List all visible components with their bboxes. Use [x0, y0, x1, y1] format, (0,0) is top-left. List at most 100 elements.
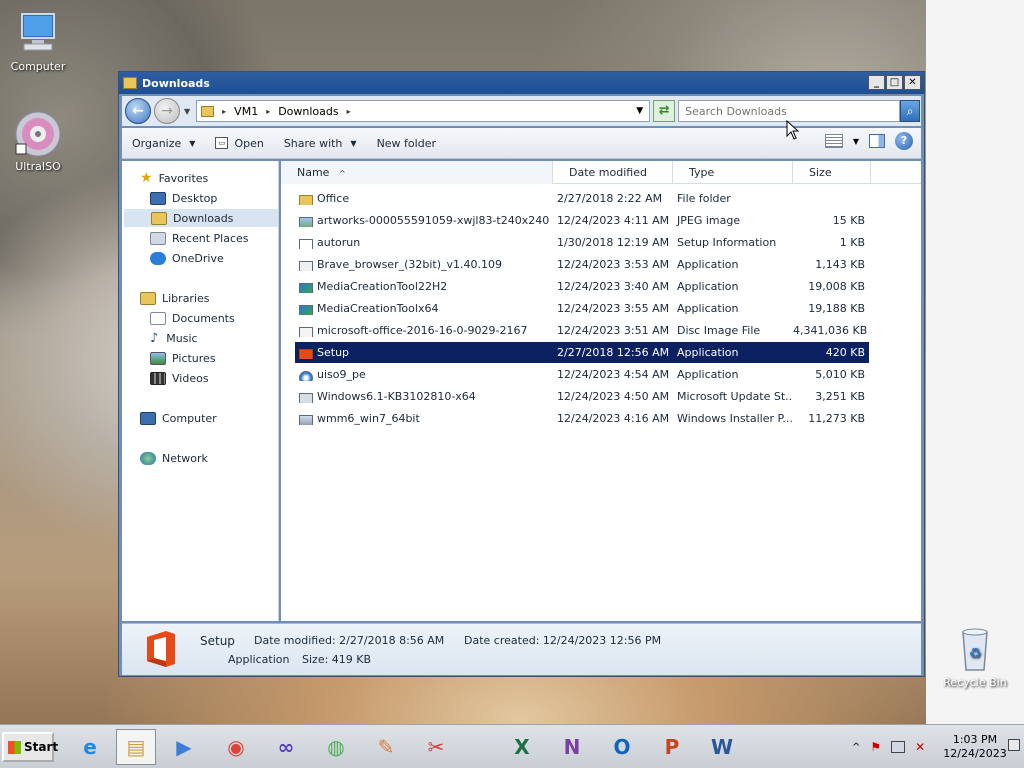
organize-button[interactable]: Organize ▼ [132, 137, 195, 150]
desktop-icon-label: Computer [10, 60, 66, 73]
nav-libraries[interactable]: Libraries [140, 289, 210, 307]
change-view-icon[interactable] [824, 134, 843, 148]
file-size-cell: 1 KB [839, 236, 865, 249]
taskbar-button[interactable]: ∞ [266, 729, 306, 765]
breadcrumb-separator-icon[interactable]: ▸ [222, 107, 226, 116]
file-row[interactable]: Setup 2/27/2018 12:56 AM Application 420 KB [295, 342, 869, 363]
file-row[interactable]: Brave_browser_(32bit)_v1.40.109 12/24/202… [295, 254, 869, 275]
desktop-icon-ultraiso[interactable]: UltraISO [0, 110, 76, 173]
minimize-button[interactable]: _ [868, 75, 885, 90]
help-icon[interactable]: ? [895, 132, 913, 150]
taskbar-button[interactable]: N [552, 729, 592, 765]
share-with-button[interactable]: Share with ▼ [284, 137, 357, 150]
taskbar-button[interactable]: W [702, 729, 742, 765]
file-name-cell: Setup [295, 346, 553, 359]
taskbar-button[interactable]: P [652, 729, 692, 765]
start-button[interactable]: Start [2, 732, 58, 762]
details-created-value: 12/24/2023 12:56 PM [542, 634, 662, 647]
nav-label: OneDrive [172, 251, 224, 265]
nav-network[interactable]: Network [140, 449, 208, 467]
view-options-dropdown-icon[interactable]: ▼ [853, 137, 859, 146]
nav-recent-places[interactable]: Recent Places [150, 229, 249, 247]
network-status-icon[interactable] [891, 741, 906, 753]
file-row[interactable]: Office 2/27/2018 2:22 AM File folder [295, 188, 869, 209]
taskbar-button[interactable]: ▶ [164, 729, 204, 765]
file-row[interactable]: wmm6_win7_64bit 12/24/2023 4:16 AM Windows… [295, 408, 869, 429]
update-package-icon [299, 393, 313, 403]
breadcrumb-separator-icon[interactable]: ▸ [347, 107, 351, 116]
file-name-cell: wmm6_win7_64bit [295, 412, 553, 425]
back-button[interactable]: ← [125, 98, 151, 124]
office-logo-icon [144, 629, 178, 669]
search-input[interactable] [678, 100, 901, 122]
taskbar-button[interactable]: O [602, 729, 642, 765]
column-header-type[interactable]: Type [673, 161, 793, 184]
taskbar: Start e ▤ ▶ ◉ ∞ ◍ ✎ ✂ X N O P W ^ ⚑ ✕ 1:03 PM 12/24/… [0, 724, 1024, 768]
show-hidden-icons-icon[interactable]: ^ [852, 742, 860, 753]
file-size-cell: 11,273 KB [808, 412, 865, 425]
nav-downloads[interactable]: Downloads [124, 209, 278, 227]
column-header-size[interactable]: Size [793, 161, 871, 184]
file-row[interactable]: MediaCreationTool22H2 12/24/2023 3:40 AM A… [295, 276, 869, 297]
new-folder-button[interactable]: New folder [377, 137, 436, 150]
address-dropdown-icon[interactable]: ▼ [636, 106, 643, 116]
file-row[interactable]: Windows6.1-KB3102810-x64 12/24/2023 4:50 … [295, 386, 869, 407]
show-desktop-icon[interactable] [1008, 739, 1020, 751]
nav-music[interactable]: ♪ Music [150, 329, 198, 347]
forward-button[interactable]: → [154, 98, 180, 124]
taskbar-button[interactable]: ✂ [416, 729, 456, 765]
taskbar-button[interactable]: ✎ [366, 729, 406, 765]
nav-desktop[interactable]: Desktop [150, 189, 217, 207]
snipping-tool-icon: ✂ [427, 735, 445, 759]
desktop-icon-recycle-bin[interactable]: ♻ Recycle Bin [937, 626, 1013, 689]
recent-pages-dropdown[interactable]: ▼ [184, 107, 190, 116]
breadcrumb-downloads[interactable]: Downloads [278, 105, 338, 118]
file-row[interactable]: autorun 1/30/2018 12:19 AM Setup Informati… [295, 232, 869, 253]
file-name: Brave_browser_(32bit)_v1.40.109 [317, 258, 503, 271]
breadcrumb-separator-icon[interactable]: ▸ [266, 107, 270, 116]
cloud-icon [150, 251, 166, 265]
onenote-icon: N [563, 735, 581, 759]
action-center-flag-icon[interactable]: ⚑ [870, 740, 881, 754]
nav-videos[interactable]: Videos [150, 369, 209, 387]
title-bar[interactable]: Downloads _ □ ✕ [119, 72, 924, 94]
search-button[interactable]: ⌕ [900, 100, 921, 122]
details-size-label: Size: [302, 653, 329, 666]
nav-pictures[interactable]: Pictures [150, 349, 216, 367]
image-file-icon [299, 217, 313, 227]
file-row[interactable]: artworks-000055591059-xwjl83-t240x240 12/… [295, 210, 869, 231]
recent-places-icon [150, 231, 166, 245]
ultraiso-setup-icon [299, 371, 313, 381]
open-button[interactable]: ▭ Open [215, 137, 264, 150]
taskbar-button[interactable]: ◉ [216, 729, 256, 765]
explorer-icon: ▤ [126, 735, 146, 759]
file-row[interactable]: microsoft-office-2016-16-0-9029-2167 12/2… [295, 320, 869, 341]
nav-onedrive[interactable]: OneDrive [150, 249, 224, 267]
address-box[interactable]: ▸ VM1 ▸ Downloads ▸ ▼ [196, 100, 651, 122]
column-header-name[interactable]: Name ^ [281, 161, 553, 184]
command-bar: Organize ▼ ▭ Open Share with ▼ New folde… [122, 128, 921, 159]
volume-muted-icon[interactable]: ✕ [915, 740, 925, 754]
taskbar-button[interactable]: ◍ [316, 729, 356, 765]
file-row[interactable]: uiso9_pe 12/24/2023 4:54 AM Application 5,0… [295, 364, 869, 385]
clock[interactable]: 1:03 PM 12/24/2023 [942, 733, 1008, 761]
downloads-folder-icon [151, 211, 167, 225]
file-name-cell: Brave_browser_(32bit)_v1.40.109 [295, 258, 553, 271]
nav-favorites[interactable]: ★ Favorites [140, 169, 208, 187]
details-size-value: 419 KB [331, 653, 372, 666]
maximize-button[interactable]: □ [886, 75, 903, 90]
nav-computer[interactable]: Computer [140, 409, 217, 427]
column-header-date-modified[interactable]: Date modified [553, 161, 673, 184]
taskbar-button[interactable]: e [70, 729, 110, 765]
refresh-button[interactable]: ⇄ [653, 100, 676, 122]
close-button[interactable]: ✕ [904, 75, 921, 90]
breadcrumb-vm1[interactable]: VM1 [234, 105, 258, 118]
taskbar-button[interactable]: X [502, 729, 542, 765]
desktop-icon-computer[interactable]: Computer [0, 10, 76, 73]
nav-documents[interactable]: Documents [150, 309, 235, 327]
taskbar-button[interactable]: ▤ [116, 729, 156, 765]
preview-pane-icon[interactable] [869, 134, 885, 148]
desktop-icon [150, 191, 166, 205]
file-date-cell: 12/24/2023 4:54 AM [557, 368, 670, 381]
file-row[interactable]: MediaCreationToolx64 12/24/2023 3:55 AM Ap… [295, 298, 869, 319]
